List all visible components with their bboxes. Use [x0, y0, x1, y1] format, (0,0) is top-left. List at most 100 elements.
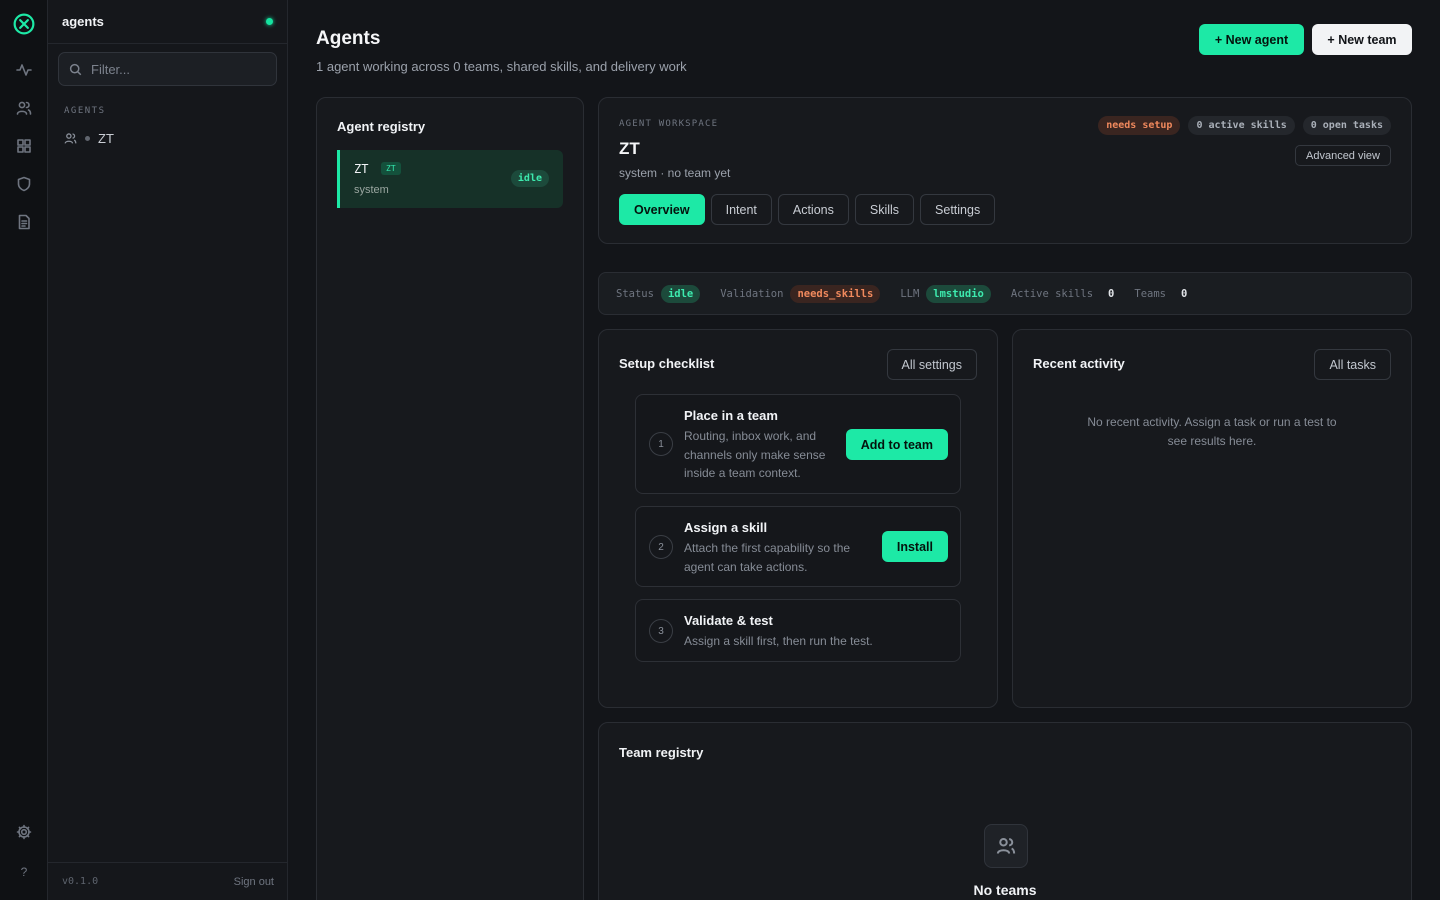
step-title: Validate & test: [684, 613, 773, 628]
search-icon: [69, 63, 82, 75]
activity-icon[interactable]: [12, 58, 36, 82]
status-strip: Status idle Validation needs_skills LLM …: [598, 272, 1412, 315]
sidebar-footer: v0.1.0 Sign out: [48, 862, 288, 900]
add-to-team-button[interactable]: Add to team: [845, 429, 948, 460]
settings-icon[interactable]: [12, 820, 36, 844]
active-skills-value: 0: [1108, 287, 1115, 300]
live-status-dot: [266, 18, 273, 25]
registry-item-role: system: [354, 184, 389, 196]
page-subtitle: 1 agent working across 0 teams, shared s…: [316, 59, 687, 74]
registry-item-name: ZT: [354, 162, 369, 176]
advanced-view-button[interactable]: Advanced view: [1295, 145, 1391, 166]
step-number: 1: [649, 432, 673, 456]
sidebar-title: agents: [62, 14, 104, 29]
status-value: idle: [660, 284, 701, 303]
empty-activity-line: No recent activity. Assign a task or run…: [1087, 415, 1337, 429]
step-description-line: Attach the first capability so the: [684, 541, 851, 555]
workspace-label: AGENT WORKSPACE: [619, 119, 719, 129]
workspace-subtitle: system · no team yet: [619, 166, 731, 180]
agent-workspace-panel: AGENT WORKSPACE ZT system · no team yet …: [598, 97, 1412, 244]
step-description-line: Routing, inbox work, and: [684, 429, 817, 443]
active-skills-field: Active skills 0: [1011, 288, 1115, 300]
checklist-step-team: 1 Place in a team Routing, inbox work, a…: [635, 394, 961, 494]
status-label: Status: [616, 287, 654, 300]
help-icon[interactable]: ?: [12, 860, 36, 884]
status-badge: idle: [510, 170, 549, 187]
teams-value: 0: [1180, 287, 1188, 300]
new-team-button[interactable]: + New team: [1312, 24, 1412, 55]
sidebar-item-zt[interactable]: ZT: [64, 128, 114, 148]
teams-label: Teams: [1134, 287, 1166, 300]
teams-field: Teams 0: [1134, 288, 1187, 300]
llm-field: LLM lmstudio: [900, 284, 991, 303]
registry-item-zt[interactable]: ZT ZT system idle: [337, 150, 563, 208]
setup-checklist-panel: Setup checklist All settings 1 Place in …: [598, 329, 998, 708]
empty-activity-line: see results here.: [1167, 434, 1257, 448]
registry-item-tag: ZT: [381, 162, 401, 175]
step-number: 3: [649, 619, 673, 643]
status-field: Status idle: [616, 284, 701, 303]
team-registry-title: Team registry: [619, 745, 704, 760]
checklist-step-validate: 3 Validate & test Assign a skill first, …: [635, 599, 961, 662]
setup-checklist-title: Setup checklist: [619, 356, 715, 371]
agent-registry-panel: Agent registry ZT ZT system idle: [316, 97, 584, 900]
sidebar-section-agents: AGENTS: [64, 106, 106, 116]
workspace-tabs: Overview Intent Actions Skills Settings: [619, 194, 996, 225]
no-teams-title: No teams: [973, 882, 1037, 898]
filter-input[interactable]: [91, 61, 271, 77]
users-icon: [996, 838, 1016, 854]
checklist-step-skill: 2 Assign a skill Attach the first capabi…: [635, 506, 961, 587]
recent-activity-panel: Recent activity All tasks No recent acti…: [1012, 329, 1412, 708]
page-title: Agents: [316, 28, 381, 49]
tab-settings[interactable]: Settings: [920, 194, 996, 225]
step-description: Assign a skill first, then run the test.: [684, 632, 873, 651]
sidebar-item-label: ZT: [98, 130, 114, 146]
empty-activity-message: No recent activity. Assign a task or run…: [1013, 413, 1411, 451]
sidebar-header: agents: [48, 0, 287, 44]
version-label: v0.1.0: [62, 876, 99, 887]
agent-status-dot: [85, 135, 90, 141]
active-skills-label: Active skills: [1010, 287, 1094, 300]
open-tasks-badge: 0 open tasks: [1302, 116, 1391, 135]
sidebar: agents AGENTS ZT v0.1.0 Sign out: [48, 0, 288, 900]
llm-value: lmstudio: [926, 284, 991, 303]
recent-activity-title: Recent activity: [1033, 356, 1125, 371]
step-description-line: channels only make sense: [684, 447, 826, 462]
workspace-badges: needs setup 0 active skills 0 open tasks: [1098, 116, 1391, 135]
tab-intent[interactable]: Intent: [710, 194, 772, 225]
document-icon[interactable]: [12, 210, 36, 234]
filter-box: [58, 52, 277, 86]
agent-registry-title: Agent registry: [337, 119, 426, 134]
validation-label: Validation: [720, 287, 784, 300]
llm-label: LLM: [900, 287, 920, 300]
tab-overview[interactable]: Overview: [619, 194, 705, 225]
needs-setup-badge: needs setup: [1098, 116, 1181, 135]
all-settings-button[interactable]: All settings: [886, 349, 977, 380]
logo-icon[interactable]: [12, 12, 36, 36]
step-description-line: Assign a skill first, then run the test.: [684, 634, 873, 648]
step-description-line: agent can take actions.: [684, 559, 808, 574]
users-icon: [64, 132, 77, 144]
validation-value: needs_skills: [790, 284, 881, 303]
shield-icon[interactable]: [12, 172, 36, 196]
step-description-line: inside a team context.: [684, 466, 801, 480]
teams-empty-icon: [984, 824, 1028, 868]
install-skill-button[interactable]: Install: [881, 531, 948, 562]
tab-skills[interactable]: Skills: [854, 194, 915, 225]
new-agent-button[interactable]: + New agent: [1199, 24, 1304, 55]
workspace-agent-name: ZT: [619, 139, 640, 158]
team-registry-panel: Team registry No teams: [598, 722, 1412, 900]
all-tasks-button[interactable]: All tasks: [1314, 349, 1391, 380]
tab-actions[interactable]: Actions: [777, 194, 849, 225]
sign-out-link[interactable]: Sign out: [234, 876, 274, 888]
users-icon[interactable]: [12, 96, 36, 120]
step-title: Assign a skill: [684, 520, 768, 535]
validation-field: Validation needs_skills: [720, 284, 881, 303]
step-title: Place in a team: [684, 408, 778, 423]
grid-icon[interactable]: [12, 134, 36, 158]
step-description: Routing, inbox work, and channels only m…: [684, 427, 825, 483]
active-skills-badge: 0 active skills: [1188, 116, 1295, 135]
step-description: Attach the first capability so the agent…: [684, 539, 850, 576]
step-number: 2: [649, 535, 673, 559]
icon-rail: ?: [0, 0, 48, 900]
